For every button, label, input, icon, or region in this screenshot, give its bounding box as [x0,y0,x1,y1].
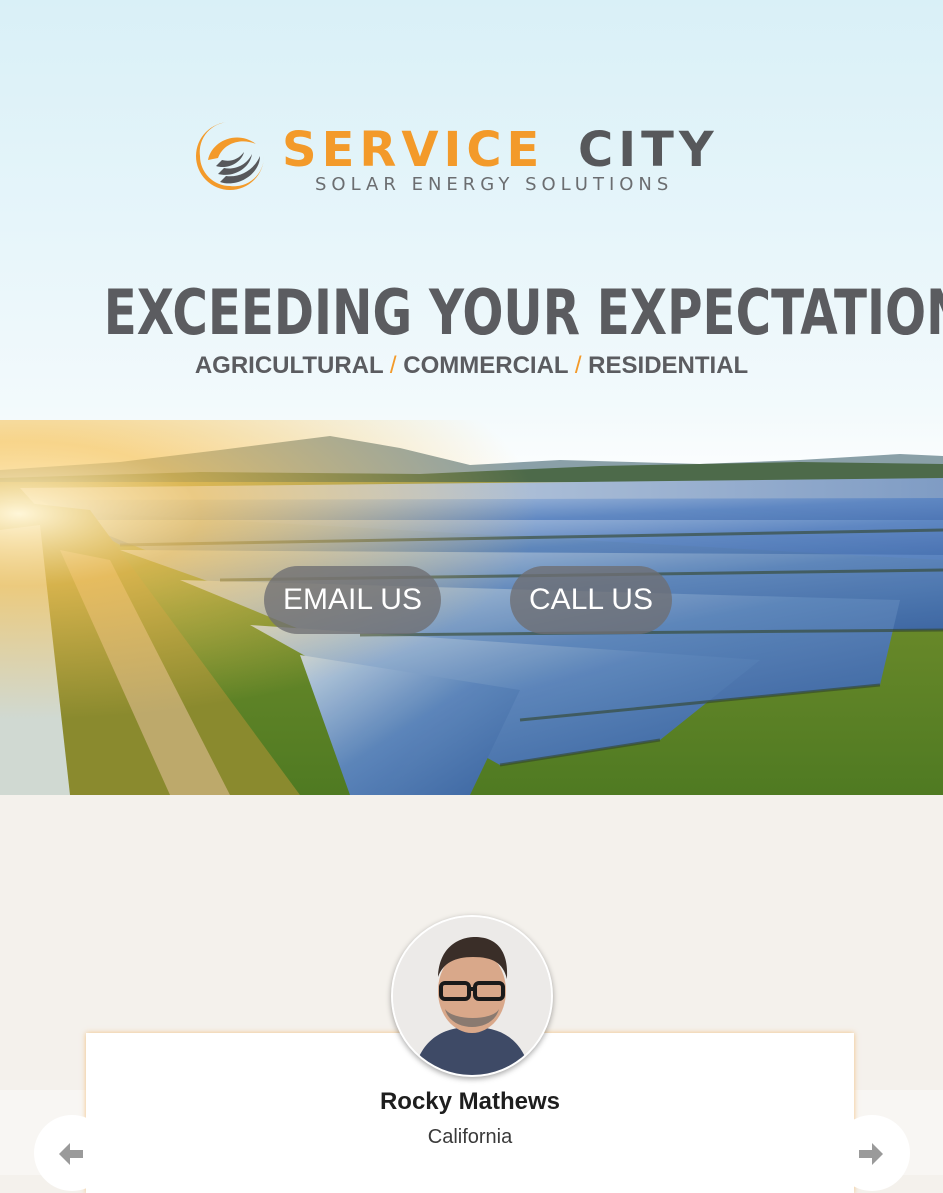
solar-farm-image [0,420,943,795]
sector-commercial: COMMERCIAL [403,352,569,379]
sun-swirl-logo-icon [196,121,265,190]
email-us-button[interactable]: EMAIL US [264,566,441,634]
sector-separator: / [574,352,582,379]
arrow-right-icon [859,1143,883,1165]
hero-headline: EXCEEDING YOUR EXPECTATIONS [103,276,943,349]
arrow-left-icon [59,1143,83,1165]
hero-sectors: AGRICULTURAL / COMMERCIAL / RESIDENTIAL [0,352,943,380]
hero-section: SERVICE CITY SOLAR ENERGY SOLUTIONS EXCE… [0,0,943,795]
testimonial-avatar [391,915,553,1077]
brand-name-city: CITY [578,122,719,178]
brand-tagline: SOLAR ENERGY SOLUTIONS [315,174,674,195]
call-us-button[interactable]: CALL US [510,566,672,634]
sector-residential: RESIDENTIAL [588,352,749,379]
person-portrait-icon [393,917,551,1075]
previous-testimonial-button[interactable] [34,1115,110,1191]
sector-separator: / [389,352,397,379]
testimonial-name: Rocky Mathews [379,1088,561,1115]
brand-name-service: SERVICE [282,122,545,178]
sector-agricultural: AGRICULTURAL [194,352,384,379]
brand-logo[interactable]: SERVICE CITY SOLAR ENERGY SOLUTIONS [190,116,760,200]
testimonial-location: California [427,1126,513,1148]
next-testimonial-button[interactable] [834,1115,910,1191]
